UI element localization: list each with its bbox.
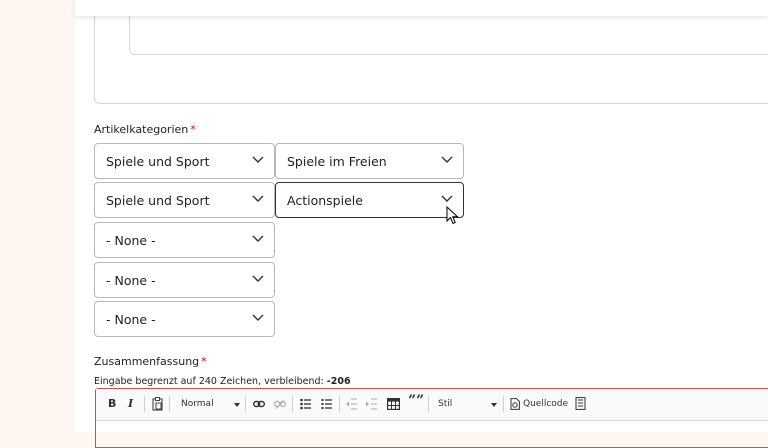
toolbar-separator [169, 396, 170, 412]
category-select-2[interactable]: Spiele und Sport [94, 182, 275, 218]
category-select-1[interactable]: Spiele und Sport [94, 143, 275, 179]
toolbar-separator [503, 396, 504, 412]
source-icon [510, 398, 520, 410]
blockquote-button[interactable]: ”” [408, 394, 424, 408]
char-limit-hint: Eingabe begrenzt auf 240 Zeichen, verble… [94, 376, 351, 387]
required-mark: * [201, 355, 207, 368]
bold-button[interactable]: B [108, 398, 116, 410]
select-value: - None - [106, 312, 156, 327]
toolbar-separator [339, 396, 340, 412]
outdent-icon[interactable] [346, 398, 357, 410]
toolbar-separator [245, 396, 246, 412]
chevron-down-icon [252, 156, 264, 163]
indent-icon[interactable] [366, 398, 377, 410]
style-dropdown[interactable]: Stil [438, 398, 452, 410]
select-value: Spiele und Sport [106, 193, 210, 208]
table-icon[interactable] [387, 398, 400, 410]
link-icon[interactable] [253, 400, 265, 408]
hint-text: Eingabe begrenzt auf 240 Zeichen, verble… [94, 376, 324, 387]
chevron-down-icon [441, 156, 453, 163]
required-mark: * [190, 123, 196, 136]
chevron-down-icon [252, 275, 264, 282]
toolbar-separator [144, 396, 145, 412]
top-bar [75, 0, 768, 16]
format-dropdown[interactable]: Normal [181, 398, 214, 410]
toolbar-separator [428, 396, 429, 412]
paste-icon[interactable] [152, 397, 163, 411]
toolbar-separator [292, 396, 293, 412]
categories-label: Artikelkategorien * [94, 123, 196, 136]
italic-button[interactable]: I [128, 398, 133, 410]
unlink-icon[interactable] [274, 400, 286, 409]
select-value: Spiele und Sport [106, 154, 210, 169]
categories-label-text: Artikelkategorien [94, 123, 189, 136]
mouse-cursor-icon [446, 206, 459, 225]
chevron-down-icon [252, 235, 264, 242]
numbered-list-icon[interactable] [321, 398, 332, 410]
chevron-down-icon [491, 403, 497, 407]
select-value: - None - [106, 273, 156, 288]
templates-icon[interactable] [575, 397, 586, 410]
category-select-5[interactable]: - None - [94, 301, 275, 337]
category-select-3[interactable]: - None - [94, 222, 275, 258]
chevron-down-icon [252, 314, 264, 321]
chevron-down-icon [234, 403, 240, 407]
source-button[interactable]: Quellcode [523, 398, 568, 410]
category-select-4[interactable]: - None - [94, 262, 275, 298]
select-value: Actionspiele [287, 193, 363, 208]
summary-label: Zusammenfassung * [94, 355, 207, 368]
chevron-down-icon [441, 195, 453, 202]
subcategory-select-2[interactable]: Actionspiele [275, 182, 464, 218]
summary-label-text: Zusammenfassung [94, 355, 200, 368]
chevron-down-icon [252, 195, 264, 202]
editor-toolbar: B I Normal ”” Stil Quellcode [96, 389, 768, 421]
select-value: - None - [106, 233, 156, 248]
select-value: Spiele im Freien [287, 154, 387, 169]
bulleted-list-icon[interactable] [300, 398, 311, 410]
subcategory-select-1[interactable]: Spiele im Freien [275, 143, 464, 179]
remaining-count: -206 [326, 376, 351, 387]
